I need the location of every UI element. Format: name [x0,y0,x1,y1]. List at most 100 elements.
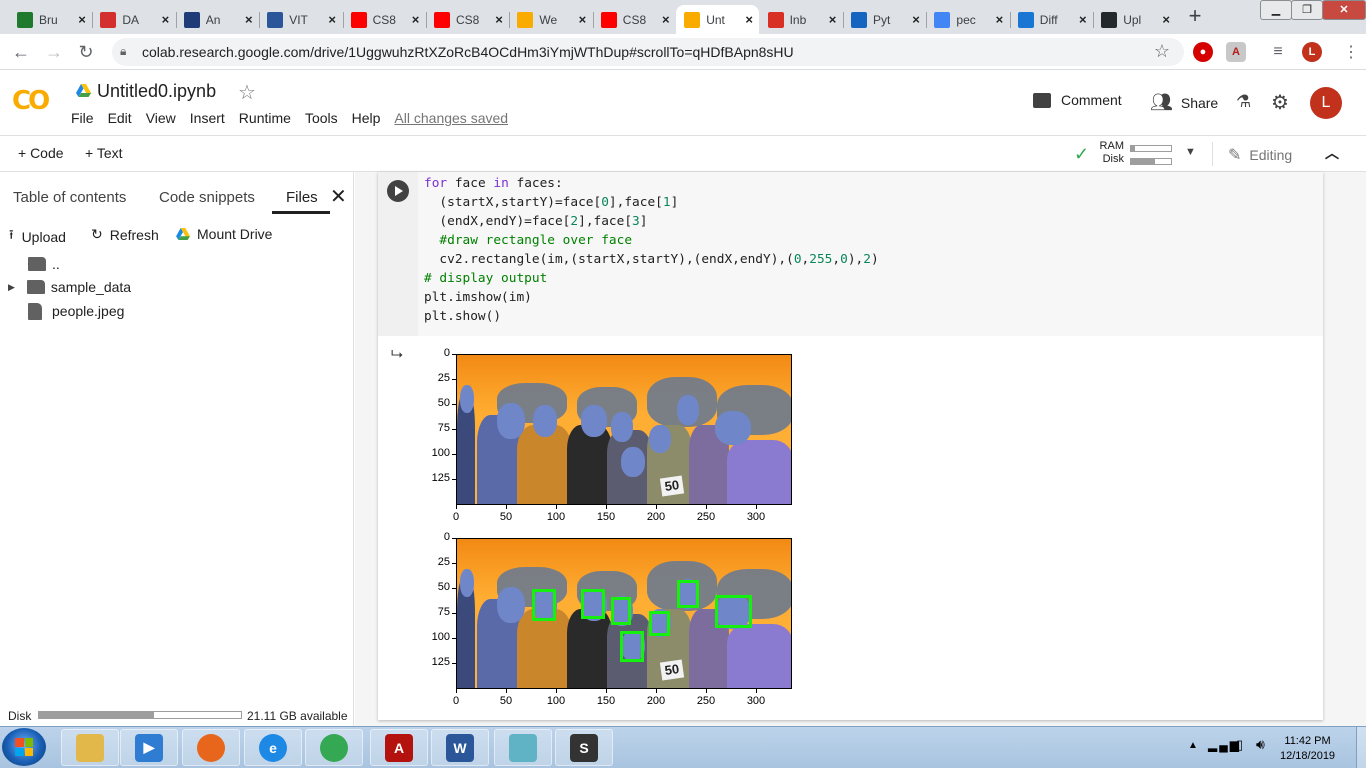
add-text-button[interactable]: + Text [85,145,123,161]
file-item-parent[interactable]: .. [0,252,60,276]
tab-separator [175,12,177,28]
close-panel-icon[interactable]: ✕ [330,184,347,209]
resource-monitor[interactable]: RAM Disk [1098,140,1172,166]
y-tick-label: 50 [437,397,450,409]
taskbar-app[interactable] [494,729,552,766]
browser-menu-icon[interactable]: ⋮ [1343,42,1359,62]
tab-table-of-contents[interactable]: Table of contents [13,189,126,206]
menu-edit[interactable]: Edit [108,110,132,126]
maximize-button[interactable]: ❐ [1291,0,1323,20]
back-icon[interactable]: ← [9,40,33,64]
window-close-button[interactable]: ✕ [1322,0,1366,20]
tab-title: Diff [1039,12,1058,27]
tab-files[interactable]: Files [286,189,318,206]
resource-dropdown-icon[interactable]: ▼ [1185,146,1196,158]
colab-logo[interactable]: CO [12,86,50,116]
pdf-extension-icon[interactable]: A [1226,42,1246,62]
close-tab-icon[interactable]: × [72,12,92,27]
run-cell-button[interactable] [387,180,409,202]
menu-insert[interactable]: Insert [190,110,225,126]
taskbar-app[interactable]: e [244,729,302,766]
taskbar-app[interactable]: A [370,729,428,766]
bookmark-star-icon[interactable]: ☆ [1154,41,1170,62]
browser-tab[interactable]: Unt × [676,5,760,34]
tray-battery-icon[interactable]: ▯ [1236,737,1243,753]
editing-mode-button[interactable]: ✎ Editing [1228,145,1292,165]
close-tab-icon[interactable]: × [322,12,342,27]
close-tab-icon[interactable]: × [906,12,926,27]
browser-tab[interactable]: Bru × [9,5,92,34]
file-icon [28,302,42,320]
reading-list-icon[interactable]: ≡ [1268,42,1288,62]
browser-tab[interactable]: An × [176,5,259,34]
taskbar-clock[interactable]: 11:42 PM 12/18/2019 [1280,734,1335,764]
output-redirect-icon[interactable]: ⮡ [391,346,403,363]
start-button[interactable] [2,728,46,766]
close-tab-icon[interactable]: × [572,12,592,27]
taskbar-app[interactable]: W [431,729,489,766]
refresh-button[interactable]: ↻ Refresh [91,226,159,243]
close-tab-icon[interactable]: × [656,12,676,27]
url-text[interactable]: colab.research.google.com/drive/1Uggwuhz… [142,44,794,60]
collapse-header-icon[interactable]: ︿ [1325,143,1339,163]
taskbar-app[interactable]: ▶ [120,729,178,766]
close-tab-icon[interactable]: × [823,12,843,27]
code-token: #draw rectangle over face [424,233,633,248]
tray-volume-icon[interactable]: 🔊︎ [1256,736,1265,753]
browser-tab[interactable]: pec × [926,5,1009,34]
close-tab-icon[interactable]: × [239,12,259,27]
taskbar-app[interactable]: S [555,729,613,766]
close-tab-icon[interactable]: × [1156,12,1176,27]
browser-tab[interactable]: Diff × [1010,5,1093,34]
flask-icon[interactable]: ⚗︎ [1236,92,1251,112]
settings-gear-icon[interactable]: ⚙︎ [1271,90,1289,115]
chrome-icon [320,733,348,762]
browser-tab[interactable]: CS8 × [593,5,676,34]
taskbar-app[interactable] [182,729,240,766]
save-status-link[interactable]: All changes saved [394,110,508,126]
browser-tab[interactable]: DA × [92,5,175,34]
tray-expand-icon[interactable]: ▲ [1188,740,1198,751]
browser-tab[interactable]: Inb × [760,5,843,34]
close-tab-icon[interactable]: × [1073,12,1093,27]
browser-tab[interactable]: CS8 × [343,5,426,34]
browser-tab[interactable]: VIT × [259,5,342,34]
add-code-button[interactable]: + Code [18,145,64,161]
account-avatar[interactable]: L [1310,87,1342,119]
new-tab-button[interactable]: + [1183,5,1207,29]
forward-icon[interactable]: → [42,40,66,64]
browser-tab[interactable]: We × [509,5,592,34]
menu-file[interactable]: File [71,110,94,126]
file-item-people-jpeg[interactable]: people.jpeg [0,299,124,323]
comment-button[interactable]: Comment [1033,92,1122,108]
file-item-sample-data[interactable]: ▶ sample_data [0,275,131,299]
show-desktop-button[interactable] [1356,727,1366,768]
notebook-title[interactable]: Untitled0.ipynb [97,81,216,102]
browser-tab[interactable]: Pyt × [843,5,926,34]
adblock-extension-icon[interactable]: ● [1193,42,1213,62]
upload-button[interactable]: ⭱ Upload [9,226,66,248]
close-tab-icon[interactable]: × [489,12,509,27]
expand-arrow-icon[interactable]: ▶ [8,282,15,293]
close-tab-icon[interactable]: × [739,12,759,27]
taskbar-app[interactable] [61,729,119,766]
taskbar-app[interactable] [305,729,363,766]
menu-view[interactable]: View [146,110,176,126]
tab-code-snippets[interactable]: Code snippets [159,189,255,206]
omnibox[interactable]: 🔒︎ colab.research.google.com/drive/1Uggw… [112,38,1184,66]
close-tab-icon[interactable]: × [406,12,426,27]
code-text[interactable]: for face in faces: (startX,startY)=face[… [424,174,879,326]
close-tab-icon[interactable]: × [989,12,1009,27]
menu-tools[interactable]: Tools [305,110,338,126]
browser-tab[interactable]: Upl × [1093,5,1176,34]
menu-runtime[interactable]: Runtime [239,110,291,126]
share-button[interactable]: 👥︎ Share [1150,92,1218,113]
reload-icon[interactable]: ↻ [74,40,98,64]
minimize-button[interactable]: ▁ [1260,0,1292,20]
mount-drive-button[interactable]: Mount Drive [176,226,272,242]
menu-help[interactable]: Help [352,110,381,126]
close-tab-icon[interactable]: × [155,12,175,27]
profile-avatar[interactable]: L [1302,42,1322,62]
star-notebook-icon[interactable]: ☆ [238,80,256,105]
browser-tab[interactable]: CS8 × [426,5,509,34]
